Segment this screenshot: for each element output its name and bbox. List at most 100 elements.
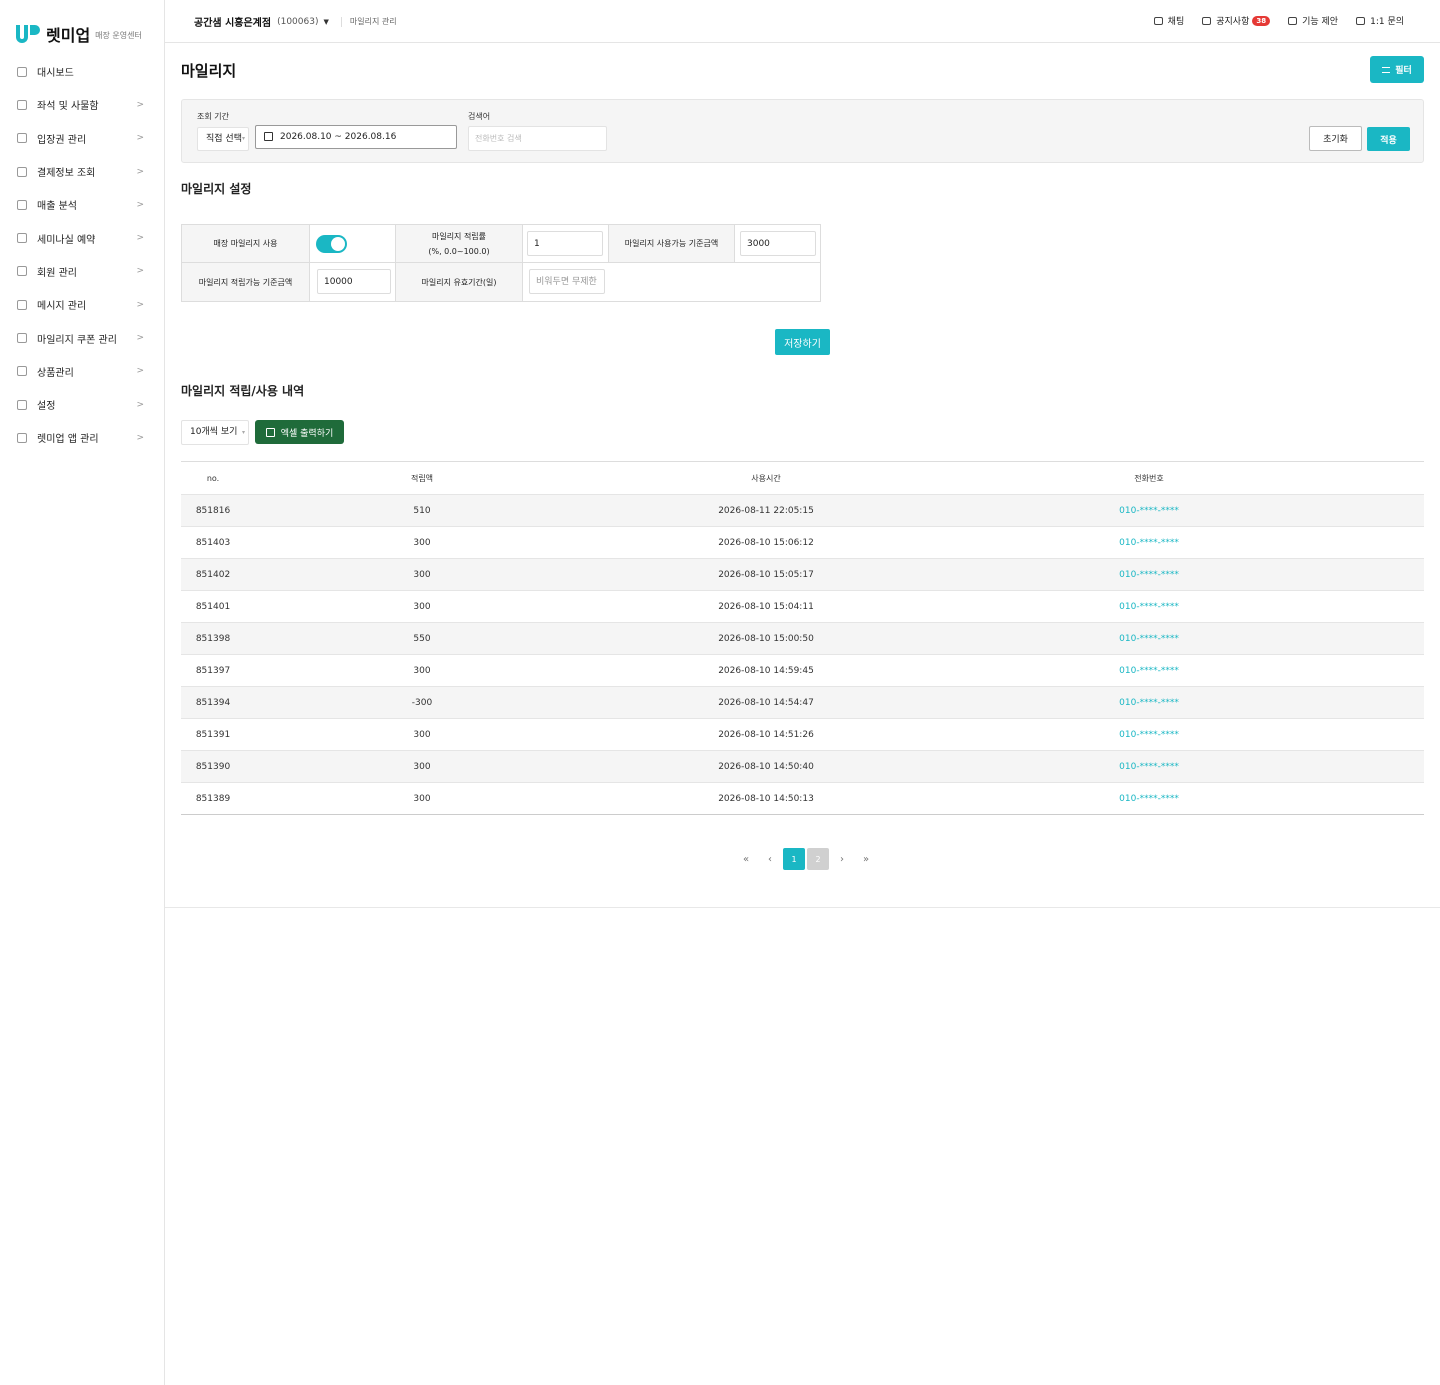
sidebar-item-seminar[interactable]: 세미나실 예약 > [0,221,164,254]
date-range-input[interactable]: 2026.08.10 ~ 2026.08.16 [255,125,457,149]
caret-down-icon: ▼ [323,17,329,26]
prev-page-button[interactable]: ‹ [759,848,781,870]
cell-no: 851816 [195,505,231,516]
sidebar-item-dashboard[interactable]: 대시보드 [0,55,164,88]
rate-label-text: 마일리지 적립률 [431,231,487,241]
chevron-right-icon: > [136,99,144,110]
sidebar-item-label: 렛미업 앱 관리 [37,434,99,446]
cell-phone[interactable]: 010-****-**** [1074,655,1224,686]
table-row: 851816 510 2026-08-11 22:05:15 010-****-***… [181,494,1424,526]
notice-button[interactable]: 공지사항 38 [1202,14,1271,27]
chevron-right-icon: > [136,266,144,277]
table-row: 851394 -300 2026-08-10 14:54:47 010-****-**… [181,686,1424,718]
history-title: 마일리지 적립/사용 내역 [181,384,305,398]
excel-export-button[interactable]: 엑셀 출력하기 [255,420,344,444]
sidebar-item-label: 좌석 및 사물함 [37,101,99,113]
notice-label: 공지사항 [1216,17,1250,27]
reset-button[interactable]: 초기화 [1309,126,1362,151]
cell-time: 2026-08-10 15:04:11 [718,601,814,612]
ticket-icon [17,133,27,144]
inquiry-label: 1:1 문의 [1370,17,1404,27]
cell-time: 2026-08-10 14:50:40 [718,761,814,772]
chart-icon [17,199,27,210]
topbar: 공간샘 시흥은계점 (100063) ▼ 마일리지 관리 채팅 공지사항 38 기… [165,0,1440,43]
sidebar-item-coupons[interactable]: 마일리지 쿠폰 관리 > [0,321,164,354]
sidebar-item-seats[interactable]: 좌석 및 사물함 > [0,88,164,121]
page-2-button[interactable]: 2 [807,848,829,870]
cell-time: 2026-08-10 15:06:12 [718,537,814,548]
cell-amount: 300 [413,665,431,676]
table-row: 851391 300 2026-08-10 14:51:26 010-****-***… [181,718,1424,750]
sidebar-item-app[interactable]: 렛미업 앱 관리 > [0,421,164,454]
excel-icon [265,427,275,437]
next-page-button[interactable]: › [831,848,853,870]
store-code: (100063) [277,16,319,27]
sidebar-item-tickets[interactable]: 입장권 관리 > [0,122,164,155]
rate-input[interactable] [527,231,603,256]
table-row: 851403 300 2026-08-10 15:06:12 010-****-***… [181,526,1424,558]
min-earn-input[interactable] [317,269,391,294]
inquiry-button[interactable]: 1:1 문의 [1356,14,1404,27]
sidebar-item-label: 메시지 관리 [37,301,87,313]
cell-no: 851389 [195,793,231,804]
sidebar-item-sales[interactable]: 매출 분석 > [0,188,164,221]
sidebar-item-label: 세미나실 예약 [37,234,96,246]
cell-time: 2026-08-11 22:05:15 [718,505,814,516]
sidebar-item-label: 매출 분석 [37,201,77,213]
cell-phone[interactable]: 010-****-**** [1074,559,1224,590]
brand-logo[interactable]: 렛미업 매장 운영센터 [16,22,142,46]
cell-phone[interactable]: 010-****-**** [1074,495,1224,526]
history-table: no. 적립액 사용시간 전화번호 851816 510 2026-08-11 22… [181,461,1424,815]
expiry-input[interactable] [529,269,605,294]
cell-phone[interactable]: 010-****-**** [1074,783,1224,814]
sidebar-item-members[interactable]: 회원 관리 > [0,255,164,288]
cell-phone[interactable]: 010-****-**** [1074,687,1224,718]
cell-no: 851391 [195,729,231,740]
mileage-toggle[interactable] [316,235,347,253]
sidebar-item-settings[interactable]: 설정 > [0,388,164,421]
chat-button[interactable]: 채팅 [1153,14,1184,27]
cell-phone[interactable]: 010-****-**** [1074,623,1224,654]
per-page-select[interactable]: 10개씩 보기 ▾ [181,420,249,445]
cell-phone[interactable]: 010-****-**** [1074,719,1224,750]
chevron-right-icon: > [136,233,144,244]
suggest-button[interactable]: 기능 제안 [1288,14,1338,27]
sidebar-item-products[interactable]: 상품관리 > [0,355,164,388]
sidebar-item-messages[interactable]: 메시지 관리 > [0,288,164,321]
period-select[interactable]: 직접 선택 ▾ [197,127,249,151]
sidebar-item-payments[interactable]: 결제정보 조회 > [0,155,164,188]
cell-no: 851394 [195,697,231,708]
apply-button[interactable]: 적용 [1367,127,1410,151]
last-page-button[interactable]: » [855,848,877,870]
sidebar-item-label: 대시보드 [37,68,74,80]
expiry-label: 마일리지 유효기간(일) [396,263,523,301]
cell-time: 2026-08-10 15:05:17 [718,569,814,580]
cell-amount: 300 [413,601,431,612]
cell-no: 851390 [195,761,231,772]
chat-bubble-icon [1356,16,1366,25]
filter-button[interactable]: 필터 [1370,56,1424,83]
use-label: 매장 마일리지 사용 [182,225,310,263]
card-icon [17,166,27,177]
save-button[interactable]: 저장하기 [775,329,830,355]
chevron-right-icon: > [136,366,144,377]
product-icon [17,366,27,377]
sidebar: 렛미업 매장 운영센터 대시보드 좌석 및 사물함 > 입장권 관리 > 결제정보 … [0,0,165,1385]
first-page-button[interactable]: « [735,848,757,870]
brand-name: 렛미업 [46,26,91,45]
cell-phone[interactable]: 010-****-**** [1074,591,1224,622]
search-input[interactable] [468,126,607,151]
cell-phone[interactable]: 010-****-**** [1074,527,1224,558]
cell-phone[interactable]: 010-****-**** [1074,751,1224,782]
table-row: 851390 300 2026-08-10 14:50:40 010-****-***… [181,750,1424,782]
sidebar-item-label: 설정 [37,401,56,413]
seat-icon [17,99,27,110]
cell-time: 2026-08-10 15:00:50 [718,633,814,644]
filter-icon [1382,66,1391,73]
pagination: « ‹ 1 2 › » [735,848,879,870]
topbar-tools: 채팅 공지사항 38 기능 제안 1:1 문의 [1136,14,1404,27]
page-1-button[interactable]: 1 [783,848,805,870]
min-use-input[interactable] [740,231,816,256]
chevron-right-icon: > [136,399,144,410]
store-selector[interactable]: 공간샘 시흥은계점 (100063) ▼ 마일리지 관리 [194,14,397,29]
